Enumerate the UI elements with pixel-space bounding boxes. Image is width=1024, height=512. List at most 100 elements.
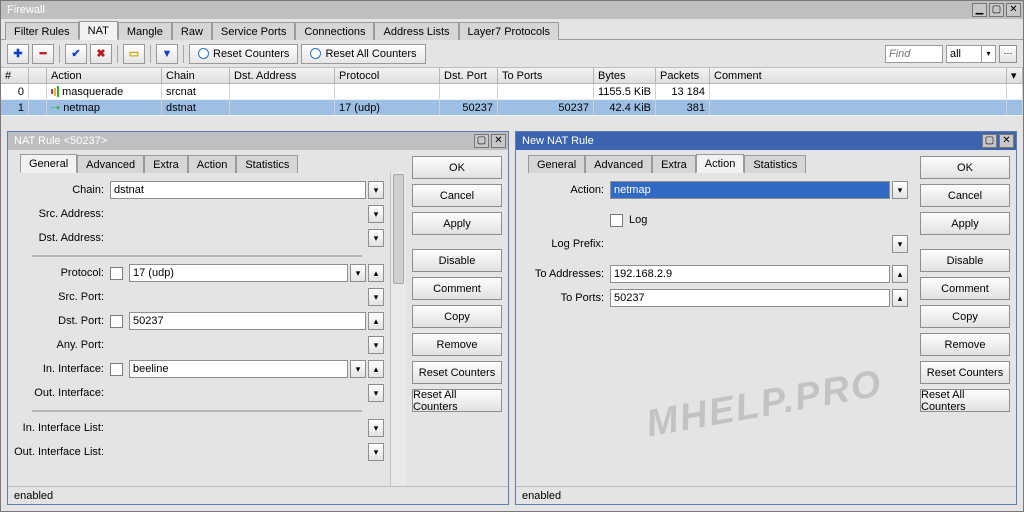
tab-extra[interactable]: Extra bbox=[652, 155, 696, 173]
reset-counters-button[interactable]: Reset Counters bbox=[920, 361, 1010, 384]
tab-mangle[interactable]: Mangle bbox=[118, 22, 172, 40]
to-addresses-input[interactable]: 192.168.2.9 bbox=[610, 265, 890, 283]
col-menu[interactable]: ▾ bbox=[1007, 68, 1023, 83]
add-button[interactable]: ✚ bbox=[7, 44, 29, 64]
col-chain[interactable]: Chain bbox=[162, 68, 230, 83]
col-bytes[interactable]: Bytes bbox=[594, 68, 656, 83]
scrollbar[interactable] bbox=[390, 172, 406, 486]
chevron-down-icon[interactable]: ▾ bbox=[892, 181, 908, 199]
tab-general[interactable]: General bbox=[528, 155, 585, 173]
remove-button[interactable]: ━ bbox=[32, 44, 54, 64]
copy-button[interactable]: Copy bbox=[412, 305, 502, 328]
collapse-button[interactable]: ▴ bbox=[368, 264, 384, 282]
close-button[interactable]: ✕ bbox=[491, 134, 506, 148]
tab-connections[interactable]: Connections bbox=[295, 22, 374, 40]
filter-combo[interactable]: all▾ bbox=[946, 45, 996, 63]
expand-button[interactable]: ▾ bbox=[892, 235, 908, 253]
col-packets[interactable]: Packets bbox=[656, 68, 710, 83]
cancel-button[interactable]: Cancel bbox=[412, 184, 502, 207]
tab-extra[interactable]: Extra bbox=[144, 155, 188, 173]
expand-button[interactable]: ▾ bbox=[368, 229, 384, 247]
log-checkbox[interactable] bbox=[610, 214, 623, 227]
expand-button[interactable]: ▾ bbox=[368, 288, 384, 306]
invert-checkbox[interactable] bbox=[110, 315, 123, 328]
remove-button[interactable]: Remove bbox=[920, 333, 1010, 356]
tab-filter-rules[interactable]: Filter Rules bbox=[5, 22, 79, 40]
dst-port-input[interactable]: 50237 bbox=[129, 312, 366, 330]
invert-checkbox[interactable] bbox=[110, 363, 123, 376]
enable-button[interactable]: ✔ bbox=[65, 44, 87, 64]
panel-titlebar[interactable]: NAT Rule <50237> ▢ ✕ bbox=[8, 132, 508, 150]
invert-checkbox[interactable] bbox=[110, 267, 123, 280]
tab-advanced[interactable]: Advanced bbox=[77, 155, 144, 173]
disable-button[interactable]: Disable bbox=[412, 249, 502, 272]
disable-button[interactable]: ✖ bbox=[90, 44, 112, 64]
tab-statistics[interactable]: Statistics bbox=[236, 155, 298, 173]
tab-address-lists[interactable]: Address Lists bbox=[374, 22, 458, 40]
tab-service-ports[interactable]: Service Ports bbox=[212, 22, 295, 40]
tab-statistics[interactable]: Statistics bbox=[744, 155, 806, 173]
chevron-down-icon[interactable]: ▾ bbox=[350, 264, 366, 282]
expand-button[interactable]: ▾ bbox=[368, 384, 384, 402]
filter-button[interactable]: ▼ bbox=[156, 44, 178, 64]
col-comment[interactable]: Comment bbox=[710, 68, 1007, 83]
filter-edit-button[interactable]: ⋯ bbox=[999, 45, 1017, 63]
remove-button[interactable]: Remove bbox=[412, 333, 502, 356]
chevron-down-icon[interactable]: ▾ bbox=[368, 181, 384, 199]
tab-general[interactable]: General bbox=[20, 154, 77, 173]
col-num[interactable]: # bbox=[1, 68, 29, 83]
col-dst-port[interactable]: Dst. Port bbox=[440, 68, 498, 83]
action-input[interactable]: netmap bbox=[610, 181, 890, 199]
panel-titlebar[interactable]: New NAT Rule ▢ ✕ bbox=[516, 132, 1016, 150]
find-input[interactable] bbox=[885, 45, 943, 63]
chain-input[interactable]: dstnat bbox=[110, 181, 366, 199]
collapse-button[interactable]: ▴ bbox=[892, 265, 908, 283]
collapse-button[interactable]: ▴ bbox=[368, 312, 384, 330]
comment-button[interactable]: Comment bbox=[920, 277, 1010, 300]
expand-button[interactable]: ▾ bbox=[368, 443, 384, 461]
reset-counters-button[interactable]: Reset Counters bbox=[189, 44, 298, 64]
in-interface-input[interactable]: beeline bbox=[129, 360, 348, 378]
col-protocol[interactable]: Protocol bbox=[335, 68, 440, 83]
reset-counters-button[interactable]: Reset Counters bbox=[412, 361, 502, 384]
col-blank[interactable] bbox=[29, 68, 47, 83]
close-button[interactable]: ✕ bbox=[999, 134, 1014, 148]
collapse-button[interactable]: ▴ bbox=[368, 360, 384, 378]
col-action[interactable]: Action bbox=[47, 68, 162, 83]
collapse-button[interactable]: ▴ bbox=[892, 289, 908, 307]
table-row[interactable]: 0 masquerade srcnat 1155.5 KiB 13 184 bbox=[1, 84, 1023, 100]
cancel-button[interactable]: Cancel bbox=[920, 184, 1010, 207]
apply-button[interactable]: Apply bbox=[412, 212, 502, 235]
table-row[interactable]: 1 ⇢ netmap dstnat 17 (udp) 50237 50237 4… bbox=[1, 100, 1023, 116]
scrollbar-thumb[interactable] bbox=[393, 174, 404, 284]
col-dst-address[interactable]: Dst. Address bbox=[230, 68, 335, 83]
tab-layer7[interactable]: Layer7 Protocols bbox=[459, 22, 560, 40]
tab-advanced[interactable]: Advanced bbox=[585, 155, 652, 173]
tab-action[interactable]: Action bbox=[696, 154, 745, 173]
tab-raw[interactable]: Raw bbox=[172, 22, 212, 40]
protocol-input[interactable]: 17 (udp) bbox=[129, 264, 348, 282]
close-button[interactable]: ✕ bbox=[1006, 3, 1021, 17]
maximize-button[interactable]: ▢ bbox=[989, 3, 1004, 17]
reset-all-counters-button[interactable]: Reset All Counters bbox=[412, 389, 502, 412]
copy-button[interactable]: Copy bbox=[920, 305, 1010, 328]
expand-button[interactable]: ▾ bbox=[368, 419, 384, 437]
to-ports-input[interactable]: 50237 bbox=[610, 289, 890, 307]
ok-button[interactable]: OK bbox=[920, 156, 1010, 179]
maximize-button[interactable]: ▢ bbox=[982, 134, 997, 148]
reset-all-counters-button[interactable]: Reset All Counters bbox=[301, 44, 425, 64]
comment-button[interactable]: ▭ bbox=[123, 44, 145, 64]
col-to-ports[interactable]: To Ports bbox=[498, 68, 594, 83]
reset-all-counters-button[interactable]: Reset All Counters bbox=[920, 389, 1010, 412]
apply-button[interactable]: Apply bbox=[920, 212, 1010, 235]
tab-action[interactable]: Action bbox=[188, 155, 237, 173]
tab-nat[interactable]: NAT bbox=[79, 21, 118, 40]
disable-button[interactable]: Disable bbox=[920, 249, 1010, 272]
chevron-down-icon[interactable]: ▾ bbox=[350, 360, 366, 378]
comment-button[interactable]: Comment bbox=[412, 277, 502, 300]
expand-button[interactable]: ▾ bbox=[368, 336, 384, 354]
ok-button[interactable]: OK bbox=[412, 156, 502, 179]
expand-button[interactable]: ▾ bbox=[368, 205, 384, 223]
maximize-button[interactable]: ▢ bbox=[474, 134, 489, 148]
minimize-button[interactable]: ▁ bbox=[972, 3, 987, 17]
